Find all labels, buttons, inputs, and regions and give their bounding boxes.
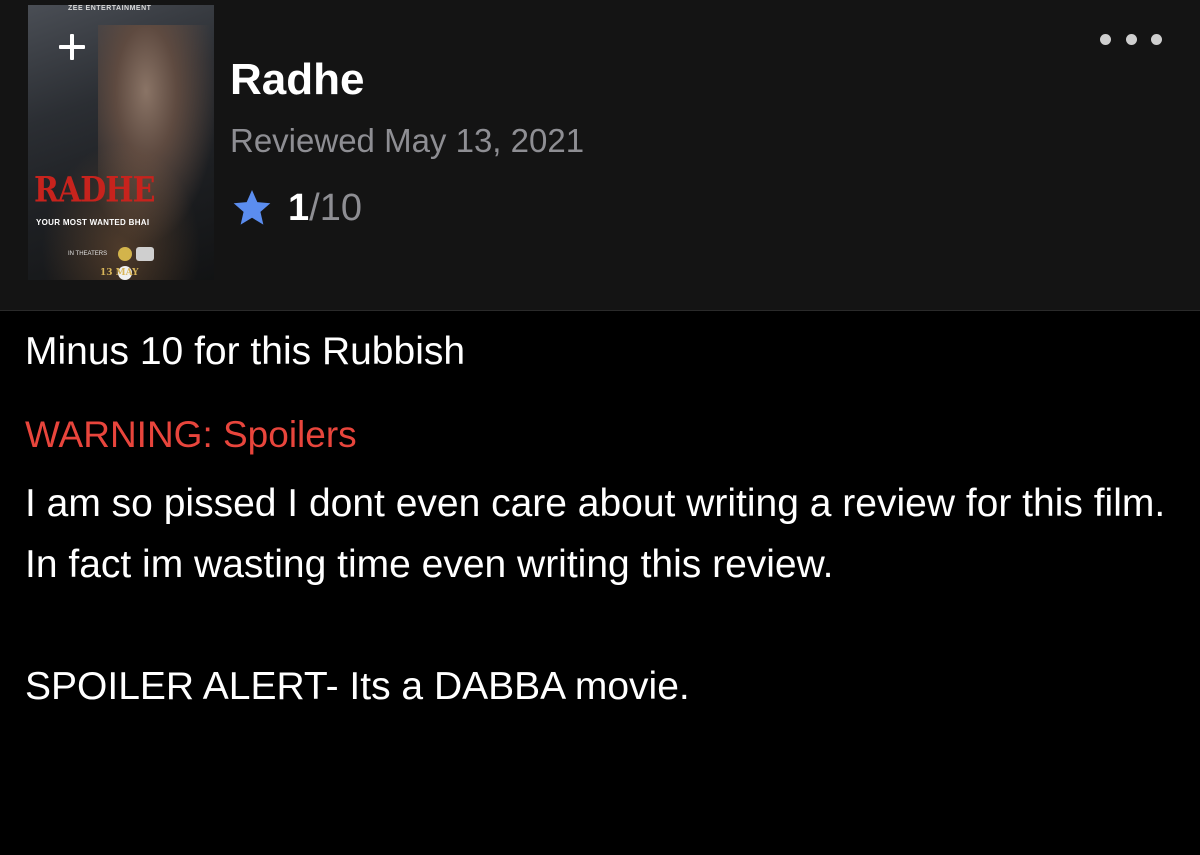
review-header: ZEE ENTERTAINMENT RADHE YOUR MOST WANTED… bbox=[0, 0, 1200, 311]
review-date: Reviewed May 13, 2021 bbox=[230, 122, 585, 159]
review-body: I am so pissed I dont even care about wr… bbox=[25, 473, 1175, 717]
review-paragraph: I am so pissed I dont even care about wr… bbox=[25, 482, 1166, 586]
poster-date-text: 13 MAY bbox=[100, 268, 139, 278]
plus-icon[interactable] bbox=[50, 25, 94, 69]
review-headline: Minus 10 for this Rubbish bbox=[25, 330, 466, 373]
spoiler-warning: WARNING: Spoilers bbox=[25, 414, 357, 455]
star-icon bbox=[233, 190, 271, 225]
ellipsis-icon[interactable] bbox=[1100, 30, 1162, 48]
movie-title[interactable]: Radhe bbox=[230, 55, 364, 105]
rating-value: 1 bbox=[288, 186, 310, 229]
poster-top-text: ZEE ENTERTAINMENT bbox=[68, 5, 152, 12]
review-paragraph: SPOILER ALERT- Its a DABBA movie. bbox=[25, 665, 690, 708]
poster-subtitle-text: YOUR MOST WANTED BHAI bbox=[36, 218, 150, 227]
rating-max: /10 bbox=[309, 186, 362, 229]
poster-logos bbox=[118, 247, 174, 280]
poster-title-text: RADHE bbox=[34, 170, 155, 211]
poster-theaters-text: IN THEATERS bbox=[68, 251, 108, 257]
user-rating: 1 /10 bbox=[230, 185, 362, 231]
